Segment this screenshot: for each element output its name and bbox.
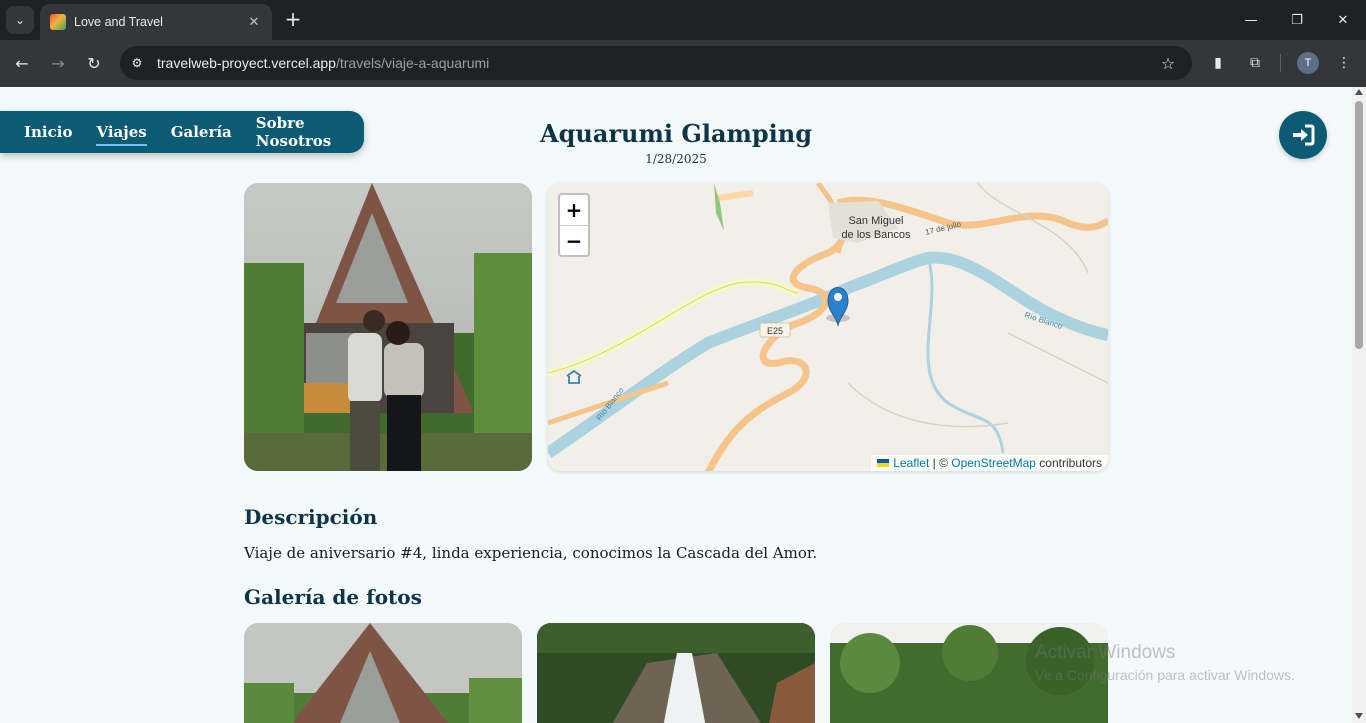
- profile-avatar[interactable]: T: [1297, 52, 1319, 74]
- description-heading: Descripción: [244, 505, 378, 529]
- nav-link-sobre-nosotros[interactable]: Sobre Nosotros: [256, 114, 340, 150]
- site-navbar: Inicio Viajes Galería Sobre Nosotros: [0, 111, 364, 153]
- close-tab-icon[interactable]: ✕: [244, 15, 264, 30]
- browser-toolbar: ← → ↻ ⚙ travelweb-proyect.vercel.app/tra…: [0, 40, 1366, 87]
- map-label-e25: E25: [767, 326, 783, 336]
- login-button[interactable]: [1279, 111, 1327, 159]
- ukraine-flag-icon: [877, 459, 890, 467]
- url-text[interactable]: travelweb-proyect.vercel.app/travels/via…: [157, 55, 1156, 71]
- url-path: /travels/viaje-a-aquarumi: [335, 55, 490, 71]
- browser-tabbar: ⌄ Love and Travel ✕ + — ❐ ✕: [0, 0, 1366, 40]
- address-bar[interactable]: ⚙ travelweb-proyect.vercel.app/travels/v…: [120, 46, 1192, 80]
- browser-menu-icon[interactable]: ⋮: [1333, 52, 1355, 74]
- attribution-separator: | ©: [929, 456, 952, 470]
- map-zoom-control: + −: [558, 193, 590, 257]
- reload-icon[interactable]: ↻: [81, 50, 107, 76]
- leaflet-link[interactable]: Leaflet: [893, 456, 929, 470]
- sign-in-icon: [1293, 124, 1315, 146]
- trip-date: 1/28/2025: [645, 152, 707, 166]
- close-window-icon[interactable]: ✕: [1320, 6, 1366, 34]
- tab-title: Love and Travel: [74, 15, 163, 29]
- windows-activation-watermark: Activar Windows Ve a Configuración para …: [1035, 642, 1295, 683]
- back-arrow-icon[interactable]: ←: [9, 50, 35, 76]
- minimize-window-icon[interactable]: —: [1228, 6, 1274, 34]
- site-info-icon[interactable]: ⚙: [125, 51, 149, 75]
- nav-link-viajes[interactable]: Viajes: [96, 123, 147, 146]
- scroll-up-arrow-icon[interactable]: [1355, 89, 1363, 95]
- gallery-photo-cabin[interactable]: [244, 623, 522, 723]
- tab-search-chevron-icon[interactable]: ⌄: [6, 6, 34, 34]
- watermark-line2: Ve a Configuración para activar Windows.: [1035, 667, 1295, 683]
- gallery-heading: Galería de fotos: [244, 585, 422, 609]
- new-tab-plus-icon[interactable]: +: [282, 8, 304, 30]
- map-label-town-line2: de los Bancos: [841, 229, 911, 241]
- trip-title: Aquarumi Glamping: [539, 119, 813, 148]
- zoom-out-button[interactable]: −: [560, 225, 588, 255]
- description-text: Viaje de aniversario #4, linda experienc…: [244, 544, 818, 562]
- forward-arrow-icon[interactable]: →: [45, 50, 71, 76]
- bookmark-star-icon[interactable]: ☆: [1156, 54, 1180, 73]
- openstreetmap-link[interactable]: OpenStreetMap: [951, 456, 1036, 470]
- browser-tab[interactable]: Love and Travel ✕: [40, 4, 272, 40]
- trip-map[interactable]: E25 San Miguel de los Bancos 17 de julio…: [548, 183, 1108, 471]
- zoom-in-button[interactable]: +: [560, 195, 588, 225]
- gallery-photo-waterfall[interactable]: [537, 623, 815, 723]
- extensions-puzzle-icon[interactable]: ⧉: [1244, 52, 1266, 74]
- scroll-thumb[interactable]: [1355, 101, 1363, 349]
- watermark-line1: Activar Windows: [1035, 642, 1176, 663]
- restore-window-icon[interactable]: ❐: [1274, 6, 1320, 34]
- photo-gallery: [244, 623, 1108, 723]
- nav-link-galeria[interactable]: Galería: [171, 123, 232, 141]
- reading-list-icon[interactable]: ▮: [1207, 52, 1229, 74]
- map-label-town-line1: San Miguel: [848, 215, 903, 227]
- map-attribution: Leaflet | © OpenStreetMap contributors: [871, 455, 1108, 471]
- toolbar-divider: [1280, 54, 1281, 72]
- url-domain: travelweb-proyect.vercel.app: [157, 55, 336, 71]
- nav-link-inicio[interactable]: Inicio: [24, 123, 72, 141]
- scroll-down-arrow-icon[interactable]: [1355, 713, 1363, 719]
- page-scrollbar[interactable]: [1352, 87, 1366, 723]
- site-favicon-icon: [50, 14, 66, 30]
- attribution-suffix: contributors: [1035, 456, 1102, 470]
- page-content: Inicio Viajes Galería Sobre Nosotros Aqu…: [0, 87, 1352, 723]
- trip-cover-photo[interactable]: [244, 183, 532, 471]
- map-tiles[interactable]: E25 San Miguel de los Bancos 17 de julio…: [548, 183, 1108, 471]
